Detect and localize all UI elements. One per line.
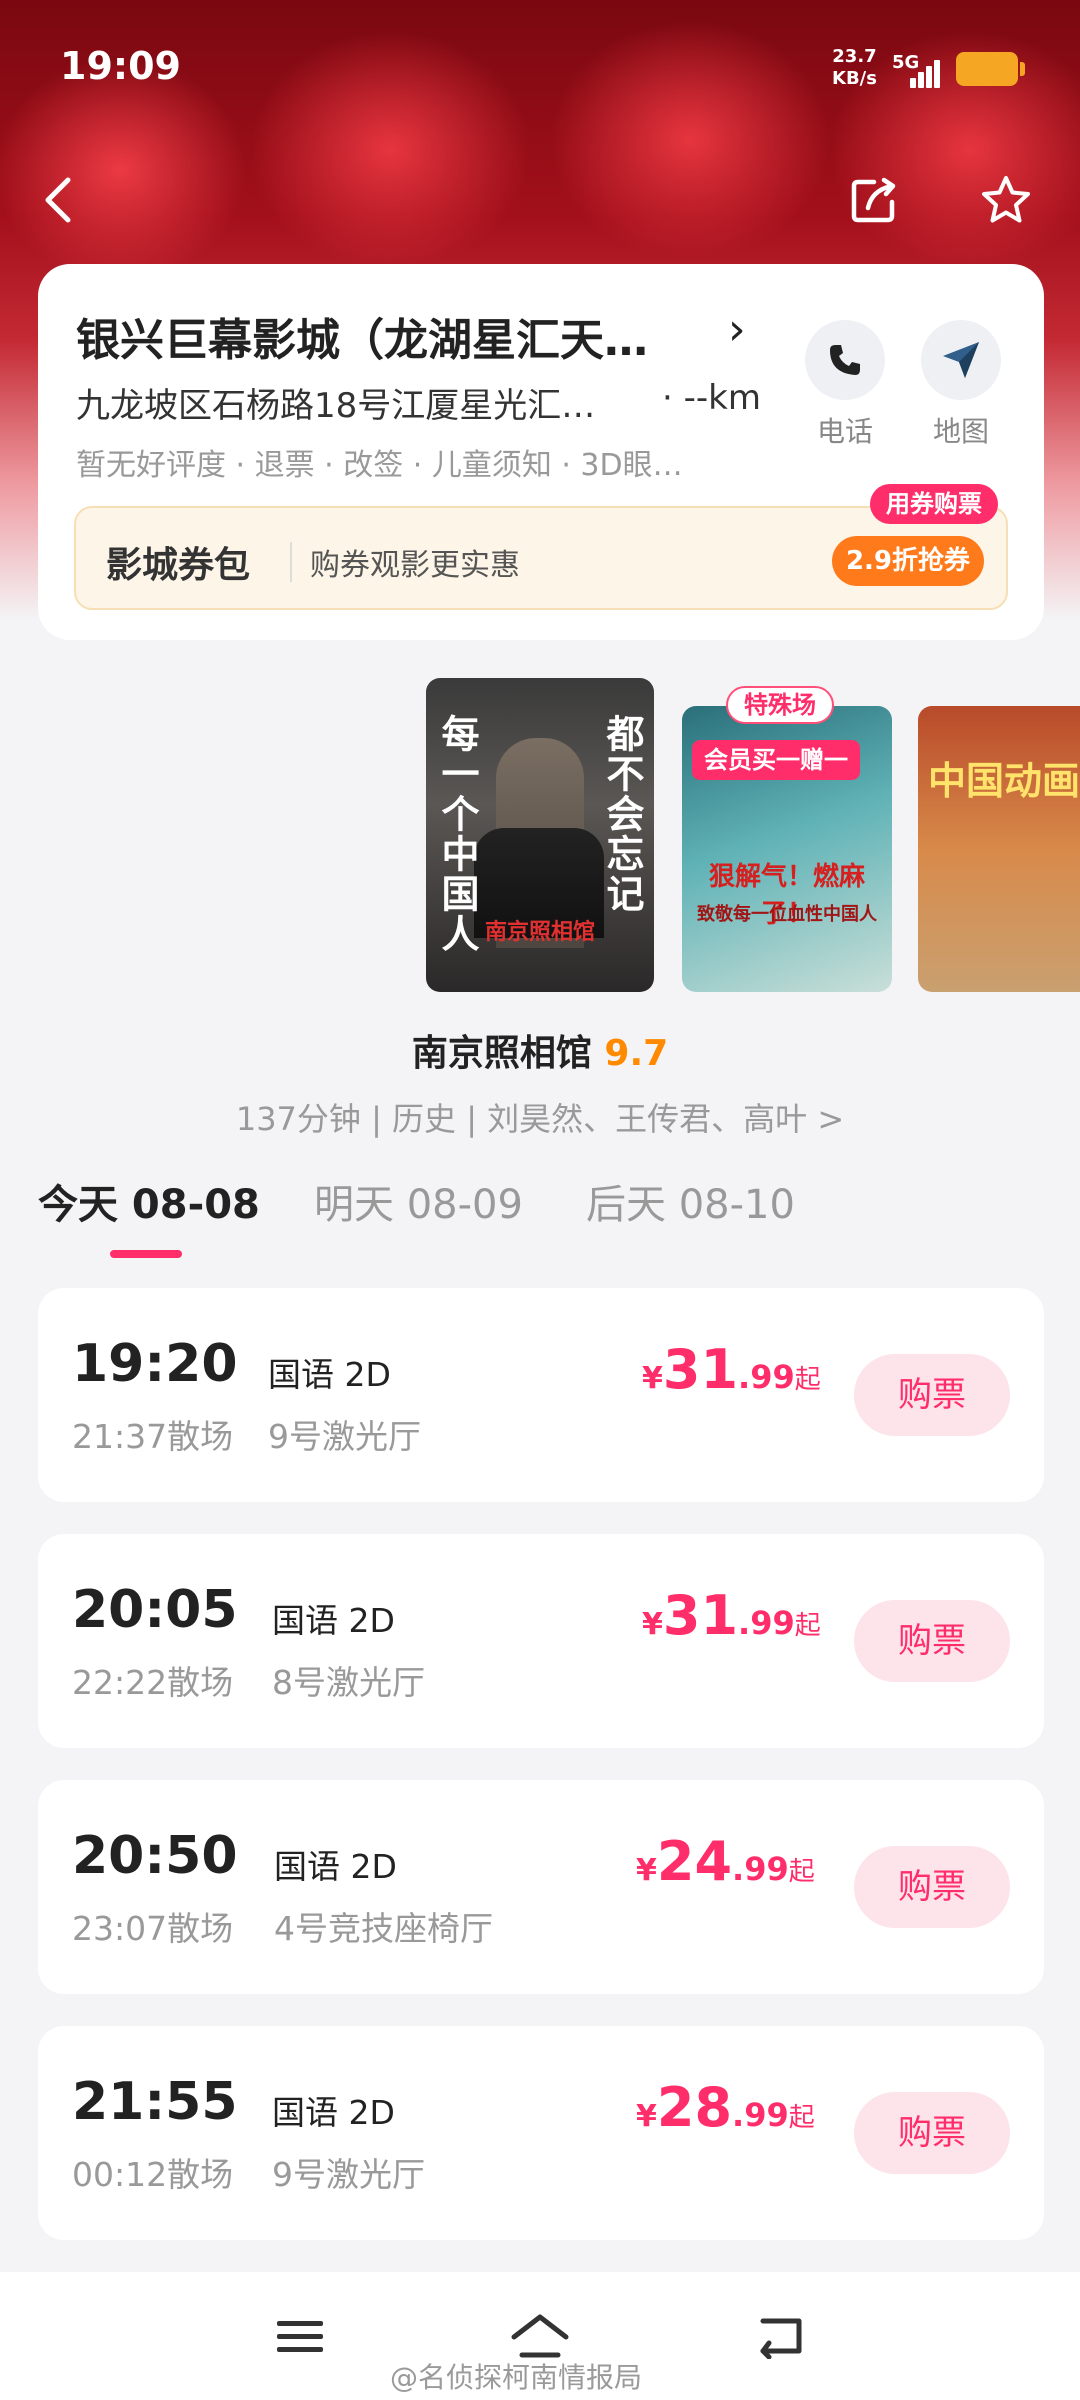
price-integer: 24 <box>656 1830 733 1893</box>
price-suffix: 起 <box>788 1857 815 1887</box>
phone-label: 电话 <box>816 415 873 448</box>
buy-ticket-button[interactable]: 购票 <box>854 1846 1010 1928</box>
grab-coupon-button[interactable]: 2.9折抢券 <box>832 536 984 586</box>
status-time: 19:09 <box>60 44 181 88</box>
poster-subslogan: 致敬每一位血性中国人 <box>697 904 877 925</box>
showtime-price: ¥24.99起 <box>636 1830 815 1893</box>
showtime-price: ¥31.99起 <box>642 1584 821 1647</box>
showtime-start: 20:50 <box>72 1826 238 1886</box>
battery-icon <box>956 52 1025 86</box>
menu-icon[interactable] <box>265 2302 335 2372</box>
net-speed-value: 23.7 <box>832 46 877 67</box>
movie-score: 9.7 <box>604 1033 669 1074</box>
buy-ticket-button[interactable]: 购票 <box>854 1600 1010 1682</box>
movie-title-row: 南京照相馆 9.7 <box>0 1024 1080 1076</box>
buy-ticket-button[interactable]: 购票 <box>854 2092 1010 2174</box>
showtime-end: 21:37散场 <box>72 1417 234 1456</box>
coupon-badge: 用券购票 <box>870 484 998 524</box>
chevron-right-icon[interactable]: › <box>728 304 746 355</box>
showtime-card[interactable]: 20:50 23:07散场 国语 2D 4号竞技座椅厅 ¥24.99起 购票 <box>38 1780 1044 1994</box>
cinema-tags[interactable]: 暂无好评度 · 退票 · 改签 · 儿童须知 · 3D眼… <box>76 440 683 484</box>
tab-day-after[interactable]: 后天 08-10 <box>586 1172 795 1230</box>
buy-ticket-button[interactable]: 购票 <box>854 1354 1010 1436</box>
price-decimal: .99 <box>738 1604 795 1642</box>
showtime-card[interactable]: 20:05 22:22散场 国语 2D 8号激光厅 ¥31.99起 购票 <box>38 1534 1044 1748</box>
showtime-hall: 8号激光厅 <box>272 1663 425 1702</box>
showtime-language: 国语 2D <box>272 1601 395 1640</box>
showtime-hall: 9号激光厅 <box>268 1417 421 1456</box>
coupon-description: 购券观影更实惠 <box>310 548 520 583</box>
net-speed: 23.7 KB/s <box>832 46 877 90</box>
tab-today[interactable]: 今天 08-08 <box>38 1172 260 1230</box>
cinema-info-card: 银兴巨幕影城（龙湖星汇天… › 九龙坡区石杨路18号江厦星光汇… · --km … <box>38 264 1044 640</box>
showtime-end: 22:22散场 <box>72 1663 234 1702</box>
share-icon[interactable] <box>834 160 914 240</box>
cinema-name[interactable]: 银兴巨幕影城（龙湖星汇天… <box>76 304 648 368</box>
showtime-price: ¥28.99起 <box>636 2076 815 2139</box>
price-currency: ¥ <box>636 1853 657 1888</box>
back-arrow-icon[interactable] <box>20 160 100 240</box>
showtime-start: 21:55 <box>72 2072 238 2132</box>
watermark-text: @名侦探柯南情报局 <box>390 2361 643 2394</box>
price-currency: ¥ <box>642 1361 663 1396</box>
return-icon[interactable] <box>746 2302 816 2372</box>
price-currency: ¥ <box>642 1607 663 1642</box>
price-integer: 28 <box>656 2076 733 2139</box>
showtime-language: 国语 2D <box>268 1355 391 1394</box>
coupon-title: 影城券包 <box>106 545 251 586</box>
price-suffix: 起 <box>794 1365 821 1395</box>
showtime-end: 23:07散场 <box>72 1909 234 1948</box>
showtime-start: 19:20 <box>72 1334 238 1394</box>
showtime-card[interactable]: 19:20 21:37散场 国语 2D 9号激光厅 ¥31.99起 购票 <box>38 1288 1044 1502</box>
map-icon <box>921 320 1001 400</box>
price-currency: ¥ <box>636 2099 657 2134</box>
movie-poster-selected[interactable]: 每一个中国人 都不会忘记 南京照相馆 <box>426 678 654 992</box>
showtime-start: 20:05 <box>72 1580 238 1640</box>
price-suffix: 起 <box>788 2103 815 2133</box>
cinema-distance: · --km <box>662 378 761 418</box>
net-speed-unit: KB/s <box>832 68 877 89</box>
map-label: 地图 <box>932 415 989 448</box>
showtime-language: 国语 2D <box>274 1847 397 1886</box>
movie-name: 南京照相馆 <box>411 1033 592 1074</box>
price-suffix: 起 <box>794 1611 821 1641</box>
poster-slogan: 中国动画一定会 <box>928 759 1080 803</box>
price-decimal: .99 <box>738 1358 795 1396</box>
poster-tagline-right: 都不会忘记 <box>600 714 644 914</box>
price-integer: 31 <box>662 1584 739 1647</box>
cinema-address: 九龙坡区石杨路18号江厦星光汇… <box>76 386 596 426</box>
phone-icon <box>805 320 885 400</box>
movie-details[interactable]: 137分钟 | 历史 | 刘昊然、王传君、高叶 > <box>0 1094 1080 1140</box>
special-screening-badge: 特殊场 <box>726 686 834 724</box>
coupon-bar[interactable]: 影城券包 购券观影更实惠 用券购票 2.9折抢券 <box>74 484 1008 610</box>
price-decimal: .99 <box>732 1850 789 1888</box>
showtime-end: 00:12散场 <box>72 2155 234 2194</box>
active-tab-indicator <box>110 1250 182 1258</box>
showtime-language: 国语 2D <box>272 2093 395 2132</box>
movie-poster[interactable]: 中国动画一定会 <box>918 706 1080 992</box>
phone-button[interactable]: 电话 <box>800 320 890 450</box>
showtime-price: ¥31.99起 <box>642 1338 821 1401</box>
showtime-hall: 9号激光厅 <box>272 2155 425 2194</box>
status-bar: 19:09 23.7 KB/s 5G <box>0 0 1080 130</box>
map-button[interactable]: 地图 <box>916 320 1006 450</box>
showtime-card[interactable]: 21:55 00:12散场 国语 2D 9号激光厅 ¥28.99起 购票 <box>38 2026 1044 2240</box>
tab-tomorrow[interactable]: 明天 08-09 <box>314 1172 523 1230</box>
member-offer-badge: 会员买一赠一 <box>692 740 860 780</box>
price-decimal: .99 <box>732 2096 789 2134</box>
showtime-hall: 4号竞技座椅厅 <box>274 1909 493 1948</box>
poster-title: 南京照相馆 <box>484 920 595 945</box>
signal-icon <box>908 56 948 88</box>
price-integer: 31 <box>662 1338 739 1401</box>
star-icon[interactable] <box>966 160 1046 240</box>
divider <box>290 542 292 582</box>
